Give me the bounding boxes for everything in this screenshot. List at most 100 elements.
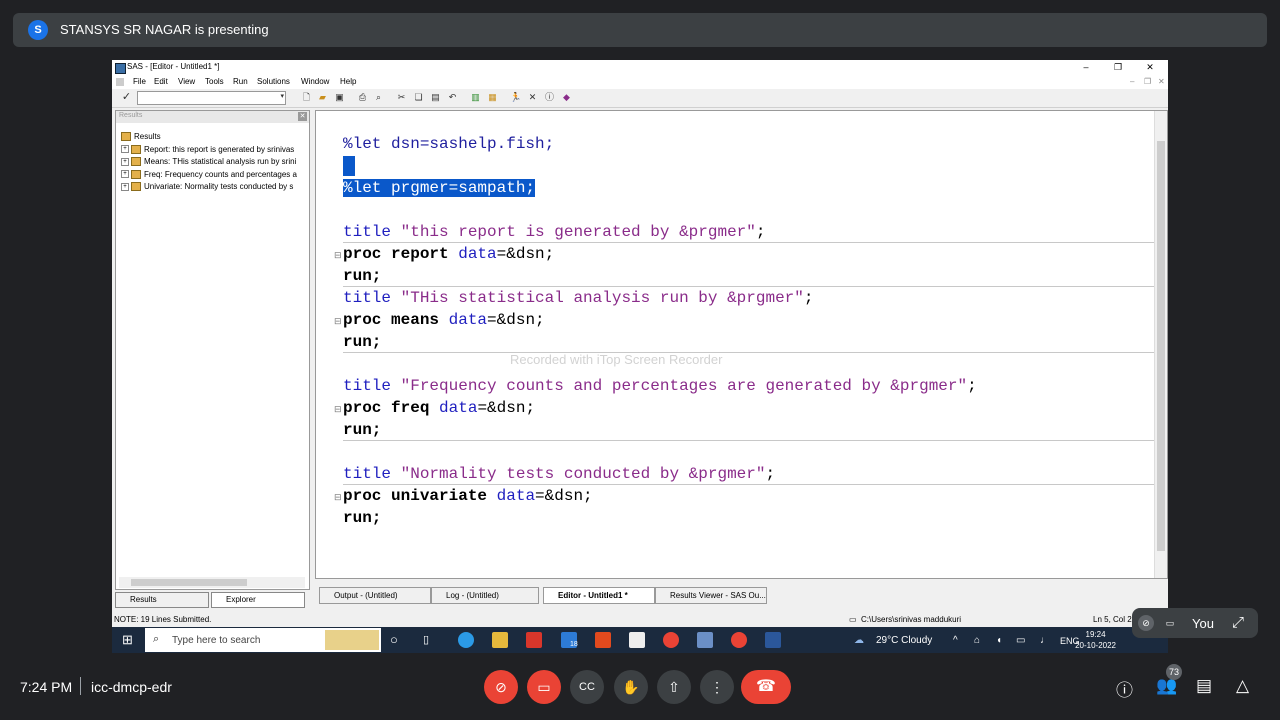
tab-output[interactable]: Output - (Untitled) — [319, 587, 431, 604]
menu-view[interactable]: View — [178, 77, 195, 86]
self-view-tile[interactable]: ⊘ ▭ You ⤢ — [1132, 608, 1258, 638]
tab-results[interactable]: Results — [115, 592, 209, 608]
sas-taskbar-icon[interactable] — [697, 632, 713, 648]
child-minimize-icon[interactable]: – — [1130, 77, 1134, 86]
results-horizontal-scrollbar[interactable] — [119, 577, 305, 588]
libraries-icon[interactable]: ▥ — [470, 92, 481, 103]
task-view-icon[interactable]: ▯ — [423, 632, 439, 648]
menu-run[interactable]: Run — [233, 77, 248, 86]
submit-run-icon[interactable]: 🏃 — [510, 92, 521, 103]
activities-icon[interactable]: △ — [1236, 676, 1249, 696]
program-editor[interactable]: %let dsn=sashelp.fish; %let prgmer=sampa… — [315, 110, 1168, 579]
new-icon[interactable]: 🗋 — [301, 92, 312, 103]
edge-icon[interactable] — [458, 632, 474, 648]
network-icon[interactable]: ⌂ — [974, 635, 980, 646]
meeting-info-icon[interactable]: ⓘ — [1116, 676, 1133, 701]
raise-hand-icon[interactable]: ✋ — [614, 670, 648, 704]
results-item-means[interactable]: + Means: THis statistical analysis run by… — [121, 156, 297, 169]
office-icon[interactable] — [595, 632, 611, 648]
chrome-icon[interactable] — [663, 632, 679, 648]
code-line-6[interactable]: title "THis statistical analysis run by … — [343, 288, 814, 308]
expand-icon[interactable]: + — [121, 157, 129, 166]
child-close-icon[interactable]: ✕ — [1158, 77, 1165, 86]
chat-icon[interactable]: ▤ — [1196, 676, 1212, 696]
code-line-10[interactable]: proc freq data=&dsn; — [343, 398, 535, 418]
menu-solutions[interactable]: Solutions — [257, 77, 290, 86]
menu-window[interactable]: Window — [301, 77, 329, 86]
mic-off-icon[interactable]: ⊘ — [1138, 615, 1154, 631]
code-line-1[interactable]: %let dsn=sashelp.fish; — [343, 134, 554, 154]
code-line-4[interactable]: proc report data=&dsn; — [343, 244, 554, 264]
code-line-9[interactable]: title "Frequency counts and percentages … — [343, 376, 977, 396]
collapse-icon[interactable]: ⊟ — [334, 316, 342, 327]
expand-icon[interactable]: ⤢ — [1232, 614, 1244, 631]
mic-icon[interactable]: ♩ — [1040, 635, 1050, 646]
results-item-univariate[interactable]: + Univariate: Normality tests conducted b… — [121, 181, 297, 194]
command-box[interactable]: ▾ — [137, 91, 286, 105]
undo-icon[interactable]: ↶ — [447, 92, 458, 103]
tab-editor[interactable]: Editor - Untitled1 * — [543, 587, 655, 604]
more-options-icon[interactable]: ⋮ — [700, 670, 734, 704]
tab-results-viewer[interactable]: Results Viewer - SAS Ou... — [655, 587, 767, 604]
menu-edit[interactable]: Edit — [154, 77, 168, 86]
weather-text[interactable]: 29°C Cloudy — [876, 635, 932, 646]
scroll-thumb[interactable] — [1157, 141, 1165, 551]
expand-icon[interactable]: + — [121, 145, 129, 154]
menu-file[interactable]: File — [133, 77, 146, 86]
expand-icon[interactable]: + — [121, 182, 129, 191]
tray-chevron-icon[interactable]: ^ — [953, 635, 958, 646]
menu-tools[interactable]: Tools — [205, 77, 224, 86]
paste-icon[interactable]: ▤ — [430, 92, 441, 103]
sas-doc-icon[interactable] — [116, 78, 124, 86]
scroll-thumb[interactable] — [131, 579, 247, 586]
tab-log[interactable]: Log - (Untitled) — [431, 587, 539, 604]
copy-icon[interactable]: ❏ — [413, 92, 424, 103]
editor-vertical-scrollbar[interactable] — [1154, 111, 1167, 578]
taskbar-search[interactable]: ⌕ Type here to search — [145, 628, 381, 652]
code-line-14[interactable]: run; — [343, 508, 381, 528]
collapse-icon[interactable]: ⊟ — [334, 404, 342, 415]
code-line-2[interactable]: %let prgmer=sampath; — [343, 178, 536, 198]
cut-icon[interactable]: ✂ — [396, 92, 407, 103]
code-area[interactable]: %let dsn=sashelp.fish; %let prgmer=sampa… — [316, 111, 1156, 575]
clear-icon[interactable]: ✕ — [527, 92, 538, 103]
store-icon[interactable] — [629, 632, 645, 648]
taskbar-clock[interactable]: 19:24 20-10-2022 — [1075, 629, 1116, 651]
acrobat-icon[interactable] — [526, 632, 542, 648]
results-item-freq[interactable]: + Freq: Frequency counts and percentages … — [121, 169, 297, 182]
code-line-5[interactable]: run; — [343, 266, 381, 286]
code-line-3[interactable]: title "this report is generated by &prgm… — [343, 222, 765, 242]
collapse-icon[interactable]: ⊟ — [334, 492, 342, 503]
tab-explorer[interactable]: Explorer — [211, 592, 305, 608]
panel-close-icon[interactable]: ✕ — [298, 112, 307, 121]
break-icon[interactable]: ⓘ — [544, 92, 555, 103]
help-book-icon[interactable]: ◆ — [561, 92, 572, 103]
camera-toggle-icon[interactable]: ▭ — [527, 670, 561, 704]
status-path[interactable]: C:\Users\srinivas maddukuri — [861, 615, 961, 624]
chrome-icon-2[interactable] — [731, 632, 747, 648]
print-preview-icon[interactable]: ⌕ — [373, 92, 384, 103]
child-restore-icon[interactable]: ❐ — [1144, 77, 1151, 86]
code-line-12[interactable]: title "Normality tests conducted by &prg… — [343, 464, 775, 484]
code-line-7[interactable]: proc means data=&dsn; — [343, 310, 545, 330]
checkmark-icon[interactable]: ✓ — [121, 92, 132, 103]
camera-off-icon[interactable]: ▭ — [1162, 615, 1178, 631]
maximize-icon[interactable]: ❐ — [1102, 60, 1134, 75]
code-line-11[interactable]: run; — [343, 420, 381, 440]
expand-icon[interactable]: + — [121, 170, 129, 179]
leave-call-icon[interactable]: ☎ — [741, 670, 791, 704]
open-icon[interactable]: ▰ — [317, 92, 328, 103]
collapse-icon[interactable]: ⊟ — [334, 250, 342, 261]
file-explorer-icon[interactable] — [492, 632, 508, 648]
selected-code[interactable]: %let prgmer=sampath; — [343, 179, 536, 197]
mail-icon[interactable]: 18 — [561, 632, 578, 648]
captions-icon[interactable]: CC — [570, 670, 604, 704]
volume-icon[interactable]: ◖ — [996, 635, 1002, 646]
code-line-13[interactable]: proc univariate data=&dsn; — [343, 486, 593, 506]
minimize-icon[interactable]: – — [1070, 60, 1102, 75]
word-icon[interactable] — [765, 632, 781, 648]
results-root[interactable]: Results — [121, 131, 297, 144]
results-item-report[interactable]: + Report: this report is generated by sri… — [121, 144, 297, 157]
close-icon[interactable]: ✕ — [1134, 60, 1166, 75]
mic-toggle-icon[interactable]: ⊘ — [484, 670, 518, 704]
